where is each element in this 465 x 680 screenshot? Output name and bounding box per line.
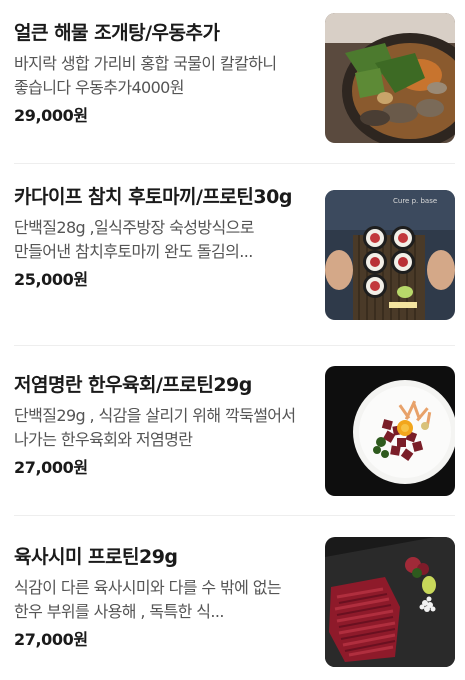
menu-item-title: 카다이프 참치 후토마끼/프로틴30g <box>14 186 292 208</box>
seafood-clam-stew-photo[interactable] <box>325 13 455 143</box>
menu-item-text: 카다이프 참치 후토마끼/프로틴30g 단백질28g ,일식주방장 숙성방식으로… <box>14 184 310 291</box>
menu-item[interactable]: 얼큰 해물 조개탕/우동추가 바지락 생합 가리비 홍합 국물이 칼칼하니 좋습… <box>0 0 465 164</box>
menu-item-price: 25,000원 <box>14 270 88 289</box>
seafood-clam-stew-image <box>325 13 455 143</box>
menu-item-text: 얼큰 해물 조개탕/우동추가 바지락 생합 가리비 홍합 국물이 칼칼하니 좋습… <box>14 20 310 127</box>
menu-item-title: 저염명란 한우육회/프로틴29g <box>14 374 252 396</box>
menu-item-title: 얼큰 해물 조개탕/우동추가 <box>14 22 220 44</box>
tuna-futomaki-photo[interactable]: Cure p. base <box>325 190 455 320</box>
menu-item[interactable]: 육사시미 프로틴29g 식감이 다른 육사시미와 다를 수 밖에 없는 한우 부… <box>0 516 465 680</box>
menu-item-description: 단백질28g ,일식주방장 숙성방식으로 만들어낸 참치후토마끼 완도 돌김의.… <box>14 218 254 261</box>
menu-item-price: 27,000원 <box>14 458 88 477</box>
tuna-futomaki-image: Cure p. base <box>325 190 455 320</box>
beef-sashimi-photo[interactable] <box>325 537 455 667</box>
menu-item-price: 27,000원 <box>14 630 88 649</box>
menu-item-description: 바지락 생합 가리비 홍합 국물이 칼칼하니 좋습니다 우동추가4000원 <box>14 54 277 97</box>
menu-item[interactable]: 카다이프 참치 후토마끼/프로틴30g 단백질28g ,일식주방장 숙성방식으로… <box>0 164 465 346</box>
menu-item-description: 식감이 다른 육사시미와 다를 수 밖에 없는 한우 부위를 사용해 , 독특한… <box>14 578 282 621</box>
menu-item-title: 육사시미 프로틴29g <box>14 546 178 568</box>
beef-tartare-image <box>325 366 455 496</box>
beef-sashimi-image <box>325 537 455 667</box>
menu-item[interactable]: 저염명란 한우육회/프로틴29g 단백질29g , 식감을 살리기 위해 깍둑썰… <box>0 346 465 516</box>
menu-list: 얼큰 해물 조개탕/우동추가 바지락 생합 가리비 홍합 국물이 칼칼하니 좋습… <box>0 0 465 680</box>
menu-item-price: 29,000원 <box>14 106 88 125</box>
menu-item-text: 저염명란 한우육회/프로틴29g 단백질29g , 식감을 살리기 위해 깍둑썰… <box>14 372 310 479</box>
menu-item-text: 육사시미 프로틴29g 식감이 다른 육사시미와 다를 수 밖에 없는 한우 부… <box>14 544 310 651</box>
beef-tartare-photo[interactable] <box>325 366 455 496</box>
apron-text: Cure p. base <box>393 197 437 205</box>
menu-item-description: 단백질29g , 식감을 살리기 위해 깍둑썰어서 나가는 한우육회와 저염명란 <box>14 406 296 449</box>
